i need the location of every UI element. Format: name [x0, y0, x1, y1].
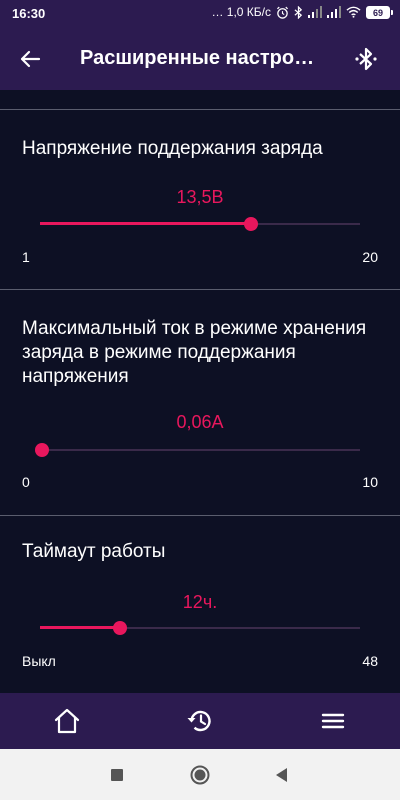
range-min-label: Выкл — [22, 653, 56, 669]
range-max-label: 10 — [362, 474, 378, 490]
nav-home-button[interactable] — [51, 705, 83, 737]
system-recents-button[interactable] — [106, 764, 128, 786]
divider — [0, 515, 400, 516]
range-max-label: 48 — [362, 653, 378, 669]
recents-square-icon — [111, 769, 123, 781]
system-nav — [0, 749, 400, 800]
setting-title-max-current: Максимальный ток в режиме хранения заряд… — [22, 318, 367, 387]
slider-max-current[interactable] — [34, 440, 360, 460]
signal-icon — [308, 6, 322, 18]
bluetooth-button[interactable] — [350, 43, 382, 75]
system-home-button[interactable] — [189, 764, 211, 786]
settings-list: Напряжение поддержания заряда 13,5В 1 20… — [0, 90, 400, 693]
status-time: 16:30 — [12, 6, 46, 21]
slider-timeout[interactable] — [40, 618, 360, 638]
divider — [0, 289, 400, 290]
home-icon — [54, 708, 80, 734]
range-max-label: 20 — [362, 249, 378, 265]
divider — [0, 109, 400, 110]
page-title: Расширенные настро… — [80, 47, 315, 69]
nav-history-button[interactable] — [184, 705, 216, 737]
status-icons: … 1,0 КБ/с 69 — [211, 5, 393, 19]
slider-fill — [40, 222, 251, 225]
status-bluetooth-icon — [294, 5, 303, 19]
bluetooth-icon — [355, 47, 377, 71]
slider-track — [40, 449, 360, 451]
setting-value-timeout: 12ч. — [182, 592, 218, 612]
slider-thumb[interactable] — [34, 443, 49, 457]
nav-menu-button[interactable] — [317, 705, 349, 737]
slider-thumb[interactable] — [113, 621, 127, 635]
battery-icon: 69 — [366, 5, 393, 19]
alarm-icon — [276, 6, 289, 19]
menu-icon — [321, 713, 345, 729]
range-min-label: 0 — [22, 474, 30, 490]
system-back-button[interactable] — [271, 764, 293, 786]
setting-title-charge-voltage: Напряжение поддержания заряда — [22, 138, 323, 159]
arrow-left-icon — [20, 50, 41, 68]
network-speed: … 1,0 КБ/с — [211, 5, 271, 19]
back-triangle-icon — [276, 768, 287, 782]
signal-icon-2 — [327, 6, 341, 18]
bottom-nav — [0, 693, 400, 749]
setting-title-timeout: Таймаут работы — [22, 541, 166, 562]
wifi-icon — [346, 6, 361, 18]
slider-fill — [40, 626, 120, 629]
history-icon — [187, 710, 211, 732]
app-bar: Расширенные настро… — [0, 28, 400, 90]
home-circle-icon — [190, 765, 210, 785]
setting-value-max-current: 0,06А — [176, 412, 224, 432]
status-bar: 16:30 … 1,0 КБ/с 69 — [0, 0, 400, 28]
slider-charge-voltage[interactable] — [40, 214, 360, 234]
range-min-label: 1 — [22, 249, 30, 265]
setting-value-charge-voltage: 13,5В — [176, 187, 224, 207]
screen: 16:30 … 1,0 КБ/с 69 Расширенные настро… … — [0, 0, 400, 800]
back-button[interactable] — [14, 43, 46, 75]
slider-thumb[interactable] — [243, 217, 258, 231]
